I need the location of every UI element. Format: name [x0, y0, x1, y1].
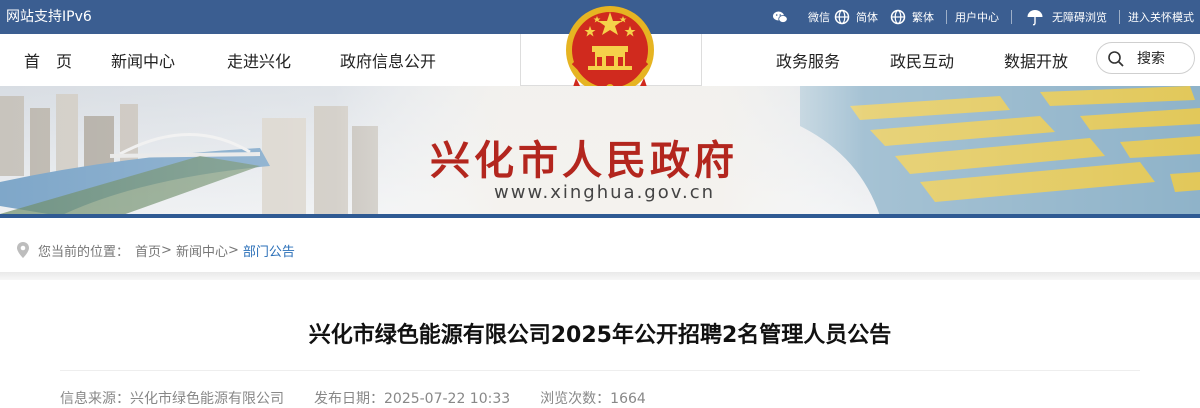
- section-divider: [0, 272, 1200, 280]
- breadcrumb-separator: >: [227, 242, 239, 258]
- location-pin-icon: [17, 242, 29, 258]
- wechat-label: 微信: [808, 11, 830, 24]
- traditional-label: 繁体: [912, 11, 934, 24]
- simplified-link[interactable]: 简体: [834, 9, 878, 25]
- breadcrumb-current[interactable]: 部门公告: [243, 241, 295, 260]
- globe-icon: [834, 9, 850, 25]
- article-meta: 信息来源：兴化市绿色能源有限公司 发布日期：2025-07-22 10:33 浏…: [60, 388, 676, 408]
- search-label: 搜索: [1137, 51, 1165, 67]
- search-box[interactable]: 搜索: [1096, 42, 1195, 74]
- nav-about[interactable]: 走进兴化: [227, 48, 291, 72]
- divider: [1119, 10, 1120, 24]
- simplified-label: 简体: [856, 11, 878, 24]
- breadcrumb-separator: >: [161, 242, 172, 258]
- meta-date-label: 发布日期：: [314, 391, 384, 407]
- meta-source: 信息来源：兴化市绿色能源有限公司: [60, 388, 284, 408]
- meta-divider: [60, 370, 1140, 371]
- accessibility-label: 无障碍浏览: [1052, 11, 1107, 24]
- traditional-link[interactable]: 繁体: [890, 9, 934, 25]
- site-title: 兴化市人民政府: [430, 137, 738, 184]
- nav-interaction[interactable]: 政民互动: [890, 48, 954, 72]
- banner-bottom-strip: [0, 214, 1200, 218]
- breadcrumb-news[interactable]: 新闻中心: [176, 241, 228, 260]
- nav-info[interactable]: 政府信息公开: [340, 48, 436, 72]
- wechat-icon: [773, 11, 788, 23]
- accessibility-link[interactable]: 无障碍浏览: [1026, 8, 1107, 26]
- umbrella-icon: [1027, 10, 1043, 26]
- globe-icon: [890, 9, 906, 25]
- top-links: 微信 简体 繁体 用户中心 无障碍浏览 进入关怀模式: [772, 0, 1200, 34]
- article-title: 兴化市绿色能源有限公司2025年公开招聘2名管理人员公告: [308, 323, 892, 348]
- nav-home[interactable]: 首 页: [24, 48, 72, 72]
- divider: [1011, 10, 1012, 24]
- city-banner: 兴化市人民政府 www.xinghua.gov.cn: [0, 86, 1200, 216]
- breadcrumb-prefix: 您当前的位置：: [38, 244, 130, 260]
- breadcrumb: 您当前的位置： 首页 > 新闻中心 > 部门公告: [16, 240, 295, 260]
- nav-open-data[interactable]: 数据开放: [1004, 48, 1068, 72]
- nav-news[interactable]: 新闻中心: [111, 48, 175, 72]
- breadcrumb-home[interactable]: 首页: [135, 241, 161, 260]
- meta-date: 发布日期：2025-07-22 10:33: [314, 388, 510, 408]
- search-icon: [1108, 51, 1124, 67]
- meta-source-label: 信息来源：: [60, 391, 130, 407]
- user-center-link[interactable]: 用户中心: [955, 9, 999, 25]
- meta-date-value: 2025-07-22 10:33: [384, 391, 511, 407]
- care-mode-link[interactable]: 进入关怀模式: [1128, 9, 1194, 25]
- meta-views-label: 浏览次数：: [540, 391, 611, 407]
- ipv6-notice: 网站支持IPv6: [6, 9, 92, 25]
- meta-views: 浏览次数：1664: [540, 388, 646, 408]
- divider: [946, 10, 947, 24]
- nav-services[interactable]: 政务服务: [776, 48, 840, 72]
- meta-views-value: 1664: [610, 391, 646, 407]
- site-url: www.xinghua.gov.cn: [494, 182, 716, 203]
- wechat-link[interactable]: 微信: [772, 9, 830, 25]
- meta-source-value: 兴化市绿色能源有限公司: [130, 391, 284, 407]
